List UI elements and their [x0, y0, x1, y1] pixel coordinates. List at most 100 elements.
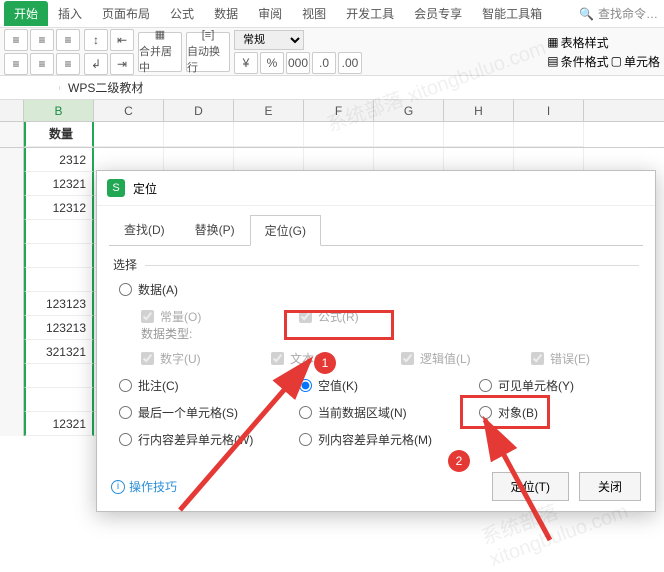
dec-inc-icon[interactable]: .0 — [312, 52, 336, 74]
col-header-f[interactable]: F — [304, 100, 374, 121]
opt-data[interactable]: 数据(A) — [119, 281, 299, 298]
align-center-icon[interactable]: ≡ — [30, 53, 54, 75]
opt-blank[interactable]: 空值(K) — [299, 377, 479, 394]
ok-button[interactable]: 定位(T) — [492, 472, 569, 501]
col-header-e[interactable]: E — [234, 100, 304, 121]
tab-member[interactable]: 会员专享 — [404, 1, 472, 26]
wrap-text-button[interactable]: [≡] 自动换行 — [186, 32, 230, 72]
tab-home[interactable]: 开始 — [4, 1, 48, 26]
cell-b[interactable]: 12321 — [24, 172, 94, 196]
opt-comment[interactable]: 批注(C) — [119, 377, 299, 394]
cell-b[interactable]: 321321 — [24, 340, 94, 364]
row-header[interactable] — [0, 316, 24, 340]
tab-insert[interactable]: 插入 — [48, 1, 92, 26]
cell-b[interactable] — [24, 268, 94, 292]
merge-center-button[interactable]: ▦ 合并居中 — [138, 32, 182, 72]
col-header-g[interactable]: G — [374, 100, 444, 121]
row-header[interactable] — [0, 196, 24, 220]
indent-inc-icon[interactable]: ⇥ — [110, 53, 134, 75]
opt-visible[interactable]: 可见单元格(Y) — [479, 377, 639, 394]
select-all-corner[interactable] — [0, 100, 24, 121]
tab-dev[interactable]: 开发工具 — [336, 1, 404, 26]
cell-b[interactable] — [24, 220, 94, 244]
row-header[interactable] — [0, 220, 24, 244]
cell-b[interactable]: 123213 — [24, 316, 94, 340]
row-header[interactable] — [0, 268, 24, 292]
wrap-icon[interactable]: ↲ — [84, 53, 108, 75]
tab-find[interactable]: 查找(D) — [109, 214, 180, 245]
currency-icon[interactable]: ¥ — [234, 52, 258, 74]
cell[interactable] — [374, 148, 444, 172]
cell[interactable] — [234, 148, 304, 172]
close-button[interactable]: 关闭 — [579, 472, 641, 501]
indent-dec-icon[interactable]: ⇤ — [110, 29, 134, 51]
row-header[interactable] — [0, 388, 24, 412]
align-middle-icon[interactable]: ≡ — [30, 29, 54, 51]
cell[interactable] — [514, 122, 584, 147]
col-header-c[interactable]: C — [94, 100, 164, 121]
col-header-d[interactable]: D — [164, 100, 234, 121]
percent-icon[interactable]: % — [260, 52, 284, 74]
opt-rowdiff[interactable]: 行内容差异单元格(W) — [119, 431, 299, 448]
align-right-icon[interactable]: ≡ — [56, 53, 80, 75]
col-header-h[interactable]: H — [444, 100, 514, 121]
row-header[interactable] — [0, 172, 24, 196]
cell[interactable] — [164, 122, 234, 147]
formula-bar[interactable]: WPS二级教材 — [60, 77, 151, 98]
cell-b[interactable] — [24, 388, 94, 412]
cell[interactable] — [234, 122, 304, 147]
cell-b[interactable]: 123123 — [24, 292, 94, 316]
command-search[interactable]: 🔍 查找命令… — [579, 5, 664, 22]
cell-b[interactable]: 12312 — [24, 196, 94, 220]
col-header-b[interactable]: B — [24, 100, 94, 121]
opt-region[interactable]: 当前数据区域(N) — [299, 404, 479, 421]
tab-review[interactable]: 审阅 — [248, 1, 292, 26]
cell-b[interactable]: 2312 — [24, 148, 94, 172]
table-style-button[interactable]: ▦ 表格样式 — [547, 34, 660, 51]
name-box[interactable] — [0, 86, 60, 90]
row-header[interactable] — [0, 364, 24, 388]
cell-style-button[interactable]: ▢ 单元格 — [611, 53, 660, 70]
cell[interactable] — [304, 148, 374, 172]
merge-icon: ▦ — [155, 28, 165, 41]
cell-b[interactable]: 12321 — [24, 412, 94, 436]
cell[interactable] — [374, 122, 444, 147]
align-left-icon[interactable]: ≡ — [4, 53, 28, 75]
cell-b[interactable] — [24, 244, 94, 268]
orientation-icon[interactable]: ↕ — [84, 29, 108, 51]
cond-format-button[interactable]: ▤ 条件格式 — [547, 53, 608, 70]
tab-smart[interactable]: 智能工具箱 — [472, 1, 552, 26]
opt-lastcell[interactable]: 最后一个单元格(S) — [119, 404, 299, 421]
align-bottom-icon[interactable]: ≡ — [56, 29, 80, 51]
cell[interactable] — [444, 148, 514, 172]
cell[interactable] — [304, 122, 374, 147]
cell[interactable] — [444, 122, 514, 147]
tip-link[interactable]: i 操作技巧 — [111, 478, 177, 495]
dec-dec-icon[interactable]: .00 — [338, 52, 362, 74]
tab-replace[interactable]: 替换(P) — [180, 214, 250, 245]
col-header-i[interactable]: I — [514, 100, 584, 121]
opt-object[interactable]: 对象(B) — [479, 404, 639, 421]
cell[interactable] — [164, 148, 234, 172]
comma-icon[interactable]: 000 — [286, 52, 310, 74]
row-header[interactable] — [0, 412, 24, 436]
cell-b[interactable] — [24, 364, 94, 388]
cell[interactable] — [514, 148, 584, 172]
tab-layout[interactable]: 页面布局 — [92, 1, 160, 26]
tab-goto[interactable]: 定位(G) — [250, 215, 321, 246]
row-header[interactable] — [0, 292, 24, 316]
dialog-titlebar[interactable]: S 定位 — [97, 171, 655, 206]
row-header[interactable] — [0, 122, 24, 147]
tab-formula[interactable]: 公式 — [160, 1, 204, 26]
cell[interactable] — [94, 148, 164, 172]
row-header[interactable] — [0, 244, 24, 268]
cell[interactable] — [94, 122, 164, 147]
number-format-select[interactable]: 常规 — [234, 30, 304, 50]
tab-data[interactable]: 数据 — [204, 1, 248, 26]
opt-coldiff[interactable]: 列内容差异单元格(M) — [299, 431, 479, 448]
row-header[interactable] — [0, 148, 24, 172]
cell-header-b[interactable]: 数量 — [24, 122, 94, 147]
tab-view[interactable]: 视图 — [292, 1, 336, 26]
row-header[interactable] — [0, 340, 24, 364]
align-top-icon[interactable]: ≡ — [4, 29, 28, 51]
